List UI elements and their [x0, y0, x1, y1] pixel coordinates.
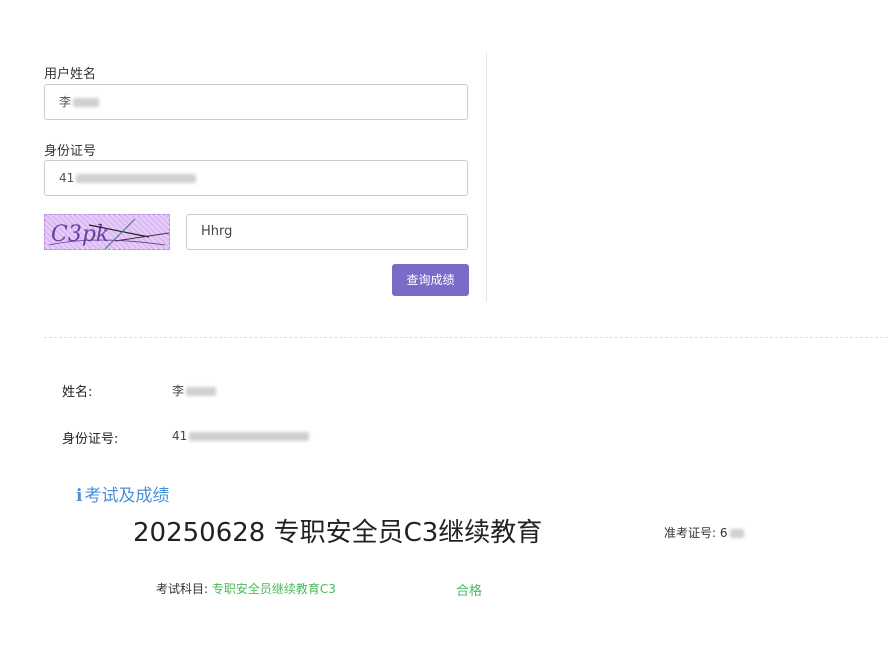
info-icon: ℹ: [76, 486, 83, 506]
captcha-image[interactable]: C3pk: [44, 214, 170, 250]
query-score-button[interactable]: 查询成绩: [392, 264, 469, 296]
captcha-input[interactable]: Hhrg: [186, 214, 468, 250]
vertical-divider: [486, 52, 487, 302]
result-name-value: 李: [172, 382, 217, 399]
subject-value: 专职安全员继续教育C3: [211, 582, 336, 596]
ticket-label: 准考证号:: [664, 526, 717, 540]
exam-section-title: ℹ 考试及成绩: [76, 486, 170, 506]
pass-status: 合格: [456, 584, 483, 599]
redacted-mask: [73, 98, 100, 107]
id-value: 41: [59, 171, 75, 185]
id-label: 身份证号: [44, 144, 97, 159]
result-name-label: 姓名:: [62, 385, 93, 400]
name-value: 李: [59, 95, 72, 109]
query-form: 用户姓名 李 身份证号 41 C3pk Hhrg 查询成绩: [44, 52, 488, 302]
captcha-drawing: C3pk: [48, 218, 169, 249]
redacted-mask: [76, 174, 197, 183]
section-divider: [44, 337, 888, 338]
subject-label: 考试科目:: [156, 582, 209, 596]
ticket-value: 6: [719, 526, 728, 540]
id-number-input[interactable]: 41: [44, 160, 468, 196]
exam-subject: 考试科目: 专职安全员继续教育C3: [156, 580, 336, 597]
exam-name: 20250628 专职安全员C3继续教育: [133, 518, 543, 548]
result-id-label: 身份证号:: [62, 432, 119, 447]
name-input[interactable]: 李: [44, 84, 468, 120]
result-id-value: 41: [172, 429, 310, 443]
redacted-mask: [189, 432, 310, 441]
redacted-mask: [729, 529, 744, 538]
name-label: 用户姓名: [44, 67, 97, 82]
admission-ticket: 准考证号: 6: [664, 524, 744, 541]
redacted-mask: [186, 387, 217, 396]
